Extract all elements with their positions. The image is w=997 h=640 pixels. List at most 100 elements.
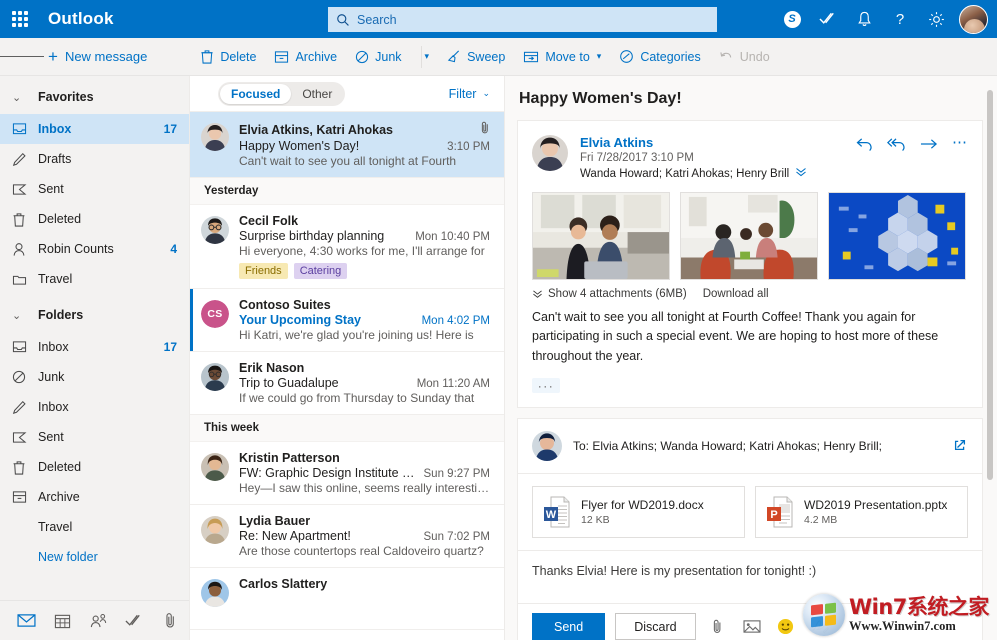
sidebar-item-sent[interactable]: Sent — [0, 174, 189, 204]
reading-pane-scrollbar[interactable] — [987, 90, 993, 480]
list-item[interactable]: Cecil Folk Surprise birthday planning Mo… — [190, 205, 504, 289]
sidebar-item-travel[interactable]: Travel — [0, 512, 189, 542]
sidebar-item-deleted[interactable]: Deleted — [0, 204, 189, 234]
sender-name: Contoso Suites — [239, 298, 331, 312]
insert-picture-icon[interactable] — [740, 615, 764, 639]
undo-button[interactable]: Undo — [710, 38, 779, 76]
move-to-button[interactable]: Move to ▾ — [514, 38, 610, 76]
list-item-content: Elvia Atkins, Katri Ahokas Happy Women's… — [239, 121, 490, 168]
archive-button[interactable]: Archive — [265, 38, 346, 76]
compose-recipients-row[interactable]: To: Elvia Atkins; Wanda Howard; Katri Ah… — [518, 419, 982, 475]
category-tag[interactable]: Friends — [239, 263, 288, 279]
filter-button[interactable]: Filter ⌄ — [449, 87, 490, 101]
folders-label: Folders — [38, 308, 84, 322]
sweep-button[interactable]: Sweep — [437, 38, 514, 76]
expand-quoted-text-button[interactable]: ··· — [532, 378, 560, 394]
reply-icon[interactable] — [856, 137, 873, 152]
list-item[interactable]: Carlos Slattery — [190, 568, 504, 630]
sidebar-item-junk[interactable]: Junk — [0, 362, 189, 392]
list-item-content: Lydia Bauer Re: New Apartment! Sun 7:02 … — [239, 514, 490, 558]
forward-icon[interactable] — [920, 137, 938, 151]
help-question-icon[interactable]: ? — [883, 0, 917, 38]
email-sender-name[interactable]: Elvia Atkins — [580, 135, 856, 150]
files-clip-icon[interactable] — [152, 601, 188, 640]
trash-icon — [12, 460, 38, 475]
sidebar-item-travel-fav[interactable]: Travel — [0, 264, 189, 294]
reading-pane-scroll[interactable]: Elvia Atkins Fri 7/28/2017 3:10 PM Wanda… — [505, 120, 983, 640]
favorites-group-header[interactable]: ⌄ Favorites — [0, 80, 189, 114]
sidebar-item-inbox-2[interactable]: Inbox — [0, 392, 189, 422]
compose-body-text[interactable]: Thanks Elvia! Here is my presentation fo… — [518, 551, 982, 603]
tab-other[interactable]: Other — [291, 84, 343, 104]
send-button[interactable]: Send — [532, 613, 606, 640]
sidebar-item-inbox-fav[interactable]: Inbox 17 — [0, 114, 189, 144]
email-header-text: Elvia Atkins Fri 7/28/2017 3:10 PM Wanda… — [580, 135, 856, 180]
delete-button[interactable]: Delete — [191, 38, 265, 76]
sidebar-item-inbox[interactable]: Inbox 17 — [0, 332, 189, 362]
tab-focused[interactable]: Focused — [220, 83, 292, 104]
app-launcher-icon[interactable] — [0, 0, 40, 38]
pop-out-icon[interactable] — [952, 437, 968, 456]
compose-to-field[interactable]: To: Elvia Atkins; Wanda Howard; Katri Ah… — [573, 439, 952, 453]
people-icon[interactable] — [80, 601, 116, 640]
preview-text: Hi Katri, we're glad you're joining us! … — [239, 328, 474, 342]
attachment-thumbnail[interactable] — [828, 192, 966, 280]
new-message-button[interactable]: + New message — [44, 48, 147, 65]
calendar-icon[interactable] — [44, 601, 80, 640]
mail-icon[interactable] — [8, 601, 44, 640]
todo-check-icon[interactable] — [811, 0, 845, 38]
message-list[interactable]: Elvia Atkins, Katri Ahokas Happy Women's… — [190, 112, 504, 640]
download-all-button[interactable]: Download all — [703, 288, 769, 300]
attachment-file-size: 12 KB — [581, 514, 610, 527]
timestamp: Mon 11:20 AM — [416, 378, 490, 390]
list-item[interactable]: Lydia Bauer Re: New Apartment! Sun 7:02 … — [190, 505, 504, 568]
folders-group-header[interactable]: ⌄ Folders — [0, 298, 189, 332]
sidebar-item-deleted-2[interactable]: Deleted — [0, 452, 189, 482]
move-to-label: Move to — [545, 49, 590, 64]
reply-all-icon[interactable] — [887, 137, 906, 152]
subject: Surprise birthday planning — [239, 229, 385, 243]
attachment-thumbnail[interactable] — [532, 192, 670, 280]
person-icon — [12, 242, 38, 257]
list-item[interactable]: Kristin Patterson FW: Graphic Design Ins… — [190, 442, 504, 505]
notifications-bell-icon[interactable] — [847, 0, 881, 38]
attach-clip-icon[interactable] — [706, 615, 730, 639]
sidebar-label: Inbox — [38, 340, 69, 354]
attachment-card-pptx[interactable]: P WD2019 Presentation.pptx 4.2 MB — [755, 486, 968, 539]
search-box[interactable] — [328, 7, 717, 32]
search-input[interactable] — [357, 12, 709, 27]
sidebar-item-sent-2[interactable]: Sent — [0, 422, 189, 452]
user-avatar[interactable] — [959, 4, 988, 34]
nav-toggle-icon[interactable] — [0, 38, 45, 76]
list-item[interactable]: Erik Nason Trip to Guadalupe Mon 11:20 A… — [190, 352, 504, 415]
attachment-thumbnail[interactable] — [680, 192, 818, 280]
categories-button[interactable]: Categories — [610, 38, 709, 76]
list-item[interactable]: Elvia Atkins, Katri Ahokas Happy Women's… — [190, 112, 504, 178]
junk-button[interactable]: Junk — [346, 38, 410, 76]
signature-icon[interactable] — [808, 615, 832, 639]
list-item-content: Kristin Patterson FW: Graphic Design Ins… — [239, 451, 490, 495]
attachment-card-docx[interactable]: W Flyer for WD2019.docx 12 KB — [532, 486, 745, 539]
sidebar-item-archive[interactable]: Archive — [0, 482, 189, 512]
sidebar-item-drafts[interactable]: Drafts — [0, 144, 189, 174]
sidebar-item-robin-counts[interactable]: Robin Counts 4 — [0, 234, 189, 264]
folder-icon — [12, 273, 38, 286]
category-tag[interactable]: Catering — [293, 263, 348, 279]
new-folder-link[interactable]: New folder — [0, 542, 189, 572]
show-attachments-button[interactable]: Show 4 attachments (6MB) — [532, 288, 687, 300]
avatar — [201, 216, 229, 244]
skype-icon[interactable]: S — [775, 0, 809, 38]
todo-check-icon[interactable] — [116, 601, 152, 640]
chevron-double-down-icon[interactable] — [795, 167, 807, 180]
more-options-icon[interactable]: ⋯ — [952, 135, 968, 150]
top-app-bar: Outlook Search S ? — [0, 0, 997, 38]
settings-gear-icon[interactable] — [919, 0, 953, 38]
app-title: Outlook — [48, 9, 114, 28]
list-item[interactable]: CS Contoso Suites Your Upcoming Stay Mon… — [190, 289, 504, 352]
chevron-down-icon: ⌄ — [482, 88, 490, 98]
emoji-icon[interactable] — [774, 615, 798, 639]
svg-text:W: W — [546, 509, 557, 521]
discard-button[interactable]: Discard — [615, 613, 696, 640]
attachment-thumbnails — [518, 186, 982, 280]
junk-caret[interactable]: ▾ — [424, 38, 438, 76]
